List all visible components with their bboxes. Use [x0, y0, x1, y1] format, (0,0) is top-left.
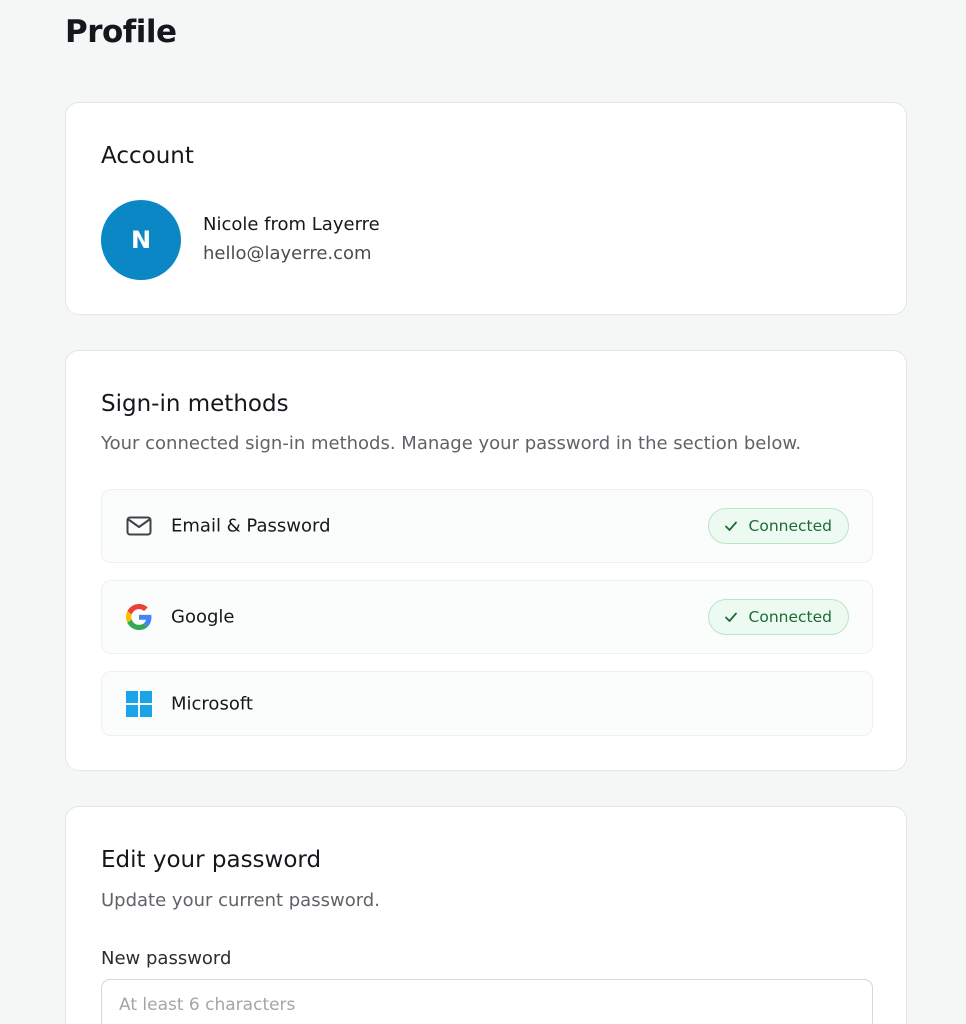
- signin-method-label: Google: [171, 606, 235, 628]
- new-password-label: New password: [101, 948, 232, 969]
- user-email: hello@layerre.com: [203, 243, 372, 264]
- check-icon: [723, 609, 739, 625]
- signin-method-label: Email & Password: [171, 515, 331, 537]
- signin-description: Your connected sign-in methods. Manage y…: [101, 433, 802, 454]
- edit-password-card: Edit your password Update your current p…: [65, 806, 907, 1024]
- status-text: Connected: [748, 517, 832, 535]
- avatar-initial: N: [130, 226, 152, 254]
- signin-methods-card: Sign-in methods Your connected sign-in m…: [65, 350, 907, 771]
- signin-method-label: Microsoft: [171, 693, 253, 714]
- signin-method-google[interactable]: Google Connected: [101, 580, 873, 654]
- check-icon: [723, 518, 739, 534]
- avatar: N: [101, 200, 181, 280]
- signin-heading: Sign-in methods: [101, 391, 289, 417]
- password-heading: Edit your password: [101, 847, 322, 873]
- account-card: Account N Nicole from Layerre hello@laye…: [65, 102, 907, 315]
- signin-method-email[interactable]: Email & Password Connected: [101, 489, 873, 563]
- status-text: Connected: [748, 608, 832, 626]
- status-badge: Connected: [707, 599, 849, 635]
- page-title: Profile: [65, 14, 177, 50]
- google-icon: [125, 603, 153, 631]
- account-heading: Account: [101, 143, 194, 169]
- mail-icon: [125, 512, 153, 540]
- microsoft-icon: [125, 690, 153, 718]
- profile-page: Profile Account N Nicole from Layerre he…: [0, 0, 966, 1024]
- new-password-input[interactable]: [101, 979, 873, 1024]
- password-description: Update your current password.: [101, 890, 380, 911]
- status-badge: Connected: [707, 508, 849, 544]
- signin-method-microsoft[interactable]: Microsoft: [101, 671, 873, 736]
- user-name: Nicole from Layerre: [203, 214, 380, 235]
